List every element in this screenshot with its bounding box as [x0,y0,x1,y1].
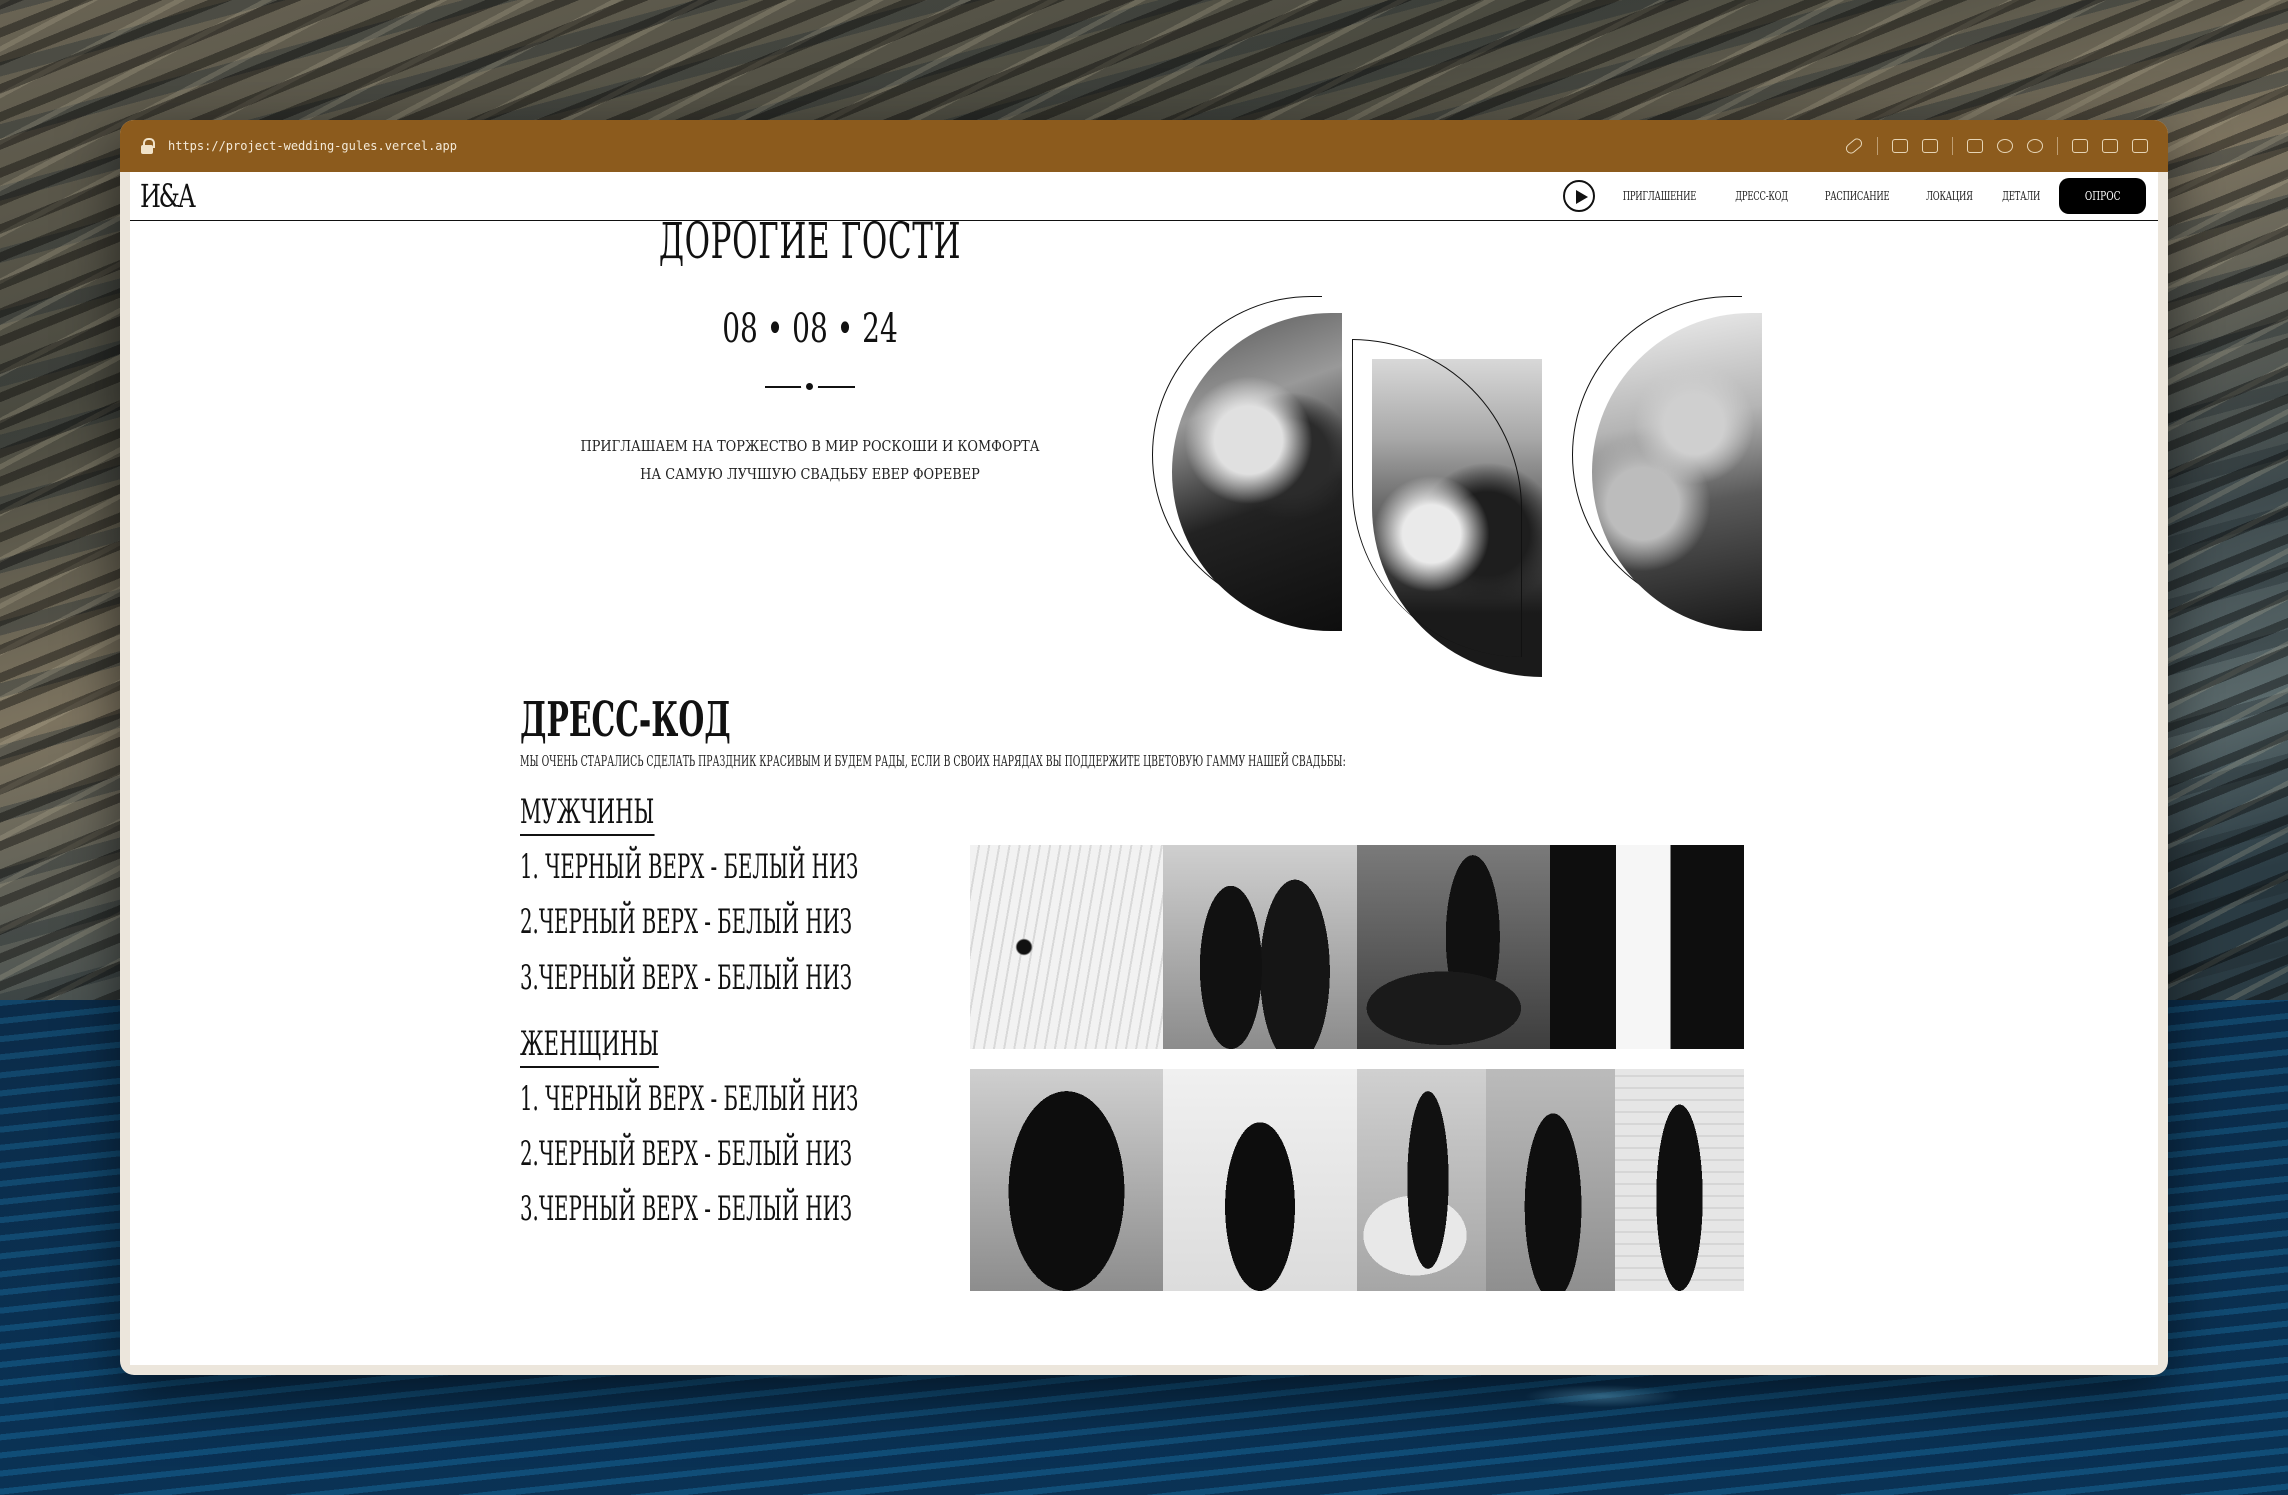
window-icon[interactable] [2102,139,2118,153]
outfit-photo [1357,845,1550,1049]
browser-toolbar [1843,136,2148,156]
women-rule-item: 1. ЧЕРНЫЙ ВЕРХ - БЕЛЫЙ НИЗ [520,1079,859,1119]
code-icon[interactable] [2072,139,2088,153]
wedding-date: 08 • 08 • 24 [722,306,898,352]
hero-section: ДОРОГИЕ ГОСТИ 08 • 08 • 24 ПРИГЛАШАЕМ НА… [520,212,1100,488]
nav-link-dresscode[interactable]: ДРЕСС-КОД [1735,189,1788,203]
dresscode-title: ДРЕСС-КОД [520,692,731,748]
men-rule-item: 3.ЧЕРНЫЙ ВЕРХ - БЕЛЫЙ НИЗ [520,958,853,998]
hero-subtitle: ПРИГЛАШАЕМ НА ТОРЖЕСТВО В МИР РОСКОШИ И … [580,437,1040,483]
nav-link-details[interactable]: ДЕТАЛИ [2002,189,2040,203]
split-view-icon[interactable] [2132,139,2148,153]
dresscode-description: МЫ ОЧЕНЬ СТАРАЛИСЬ СДЕЛАТЬ ПРАЗДНИК КРАС… [520,752,1346,770]
nav-link-schedule[interactable]: РАСПИСАНИЕ [1825,189,1890,203]
outfit-photo [1357,1069,1486,1291]
site-navbar: И&А ПРИГЛАШЕНИЕ ДРЕСС-КОД РАСПИСАНИЕ ЛОК… [130,172,2158,221]
men-rule-item: 1. ЧЕРНЫЙ ВЕРХ - БЕЛЫЙ НИЗ [520,847,859,887]
url-text[interactable]: https://project-wedding-gules.vercel.app [168,139,457,153]
men-rule-item: 2.ЧЕРНЫЙ ВЕРХ - БЕЛЫЙ НИЗ [520,902,853,942]
web-page: И&А ПРИГЛАШЕНИЕ ДРЕСС-КОД РАСПИСАНИЕ ЛОК… [130,172,2158,1365]
link-icon[interactable] [1843,136,1865,156]
lock-icon [140,138,156,154]
browser-window: https://project-wedding-gules.vercel.app… [120,120,2168,1375]
crosshair-icon[interactable] [2027,139,2043,153]
nav-link-invitation[interactable]: ПРИГЛАШЕНИЕ [1623,189,1697,203]
globe-icon[interactable] [1997,139,2013,153]
women-rule-item: 3.ЧЕРНЫЙ ВЕРХ - БЕЛЫЙ НИЗ [520,1189,853,1229]
screenshot-icon[interactable] [1892,139,1908,153]
men-outfits-gallery [970,845,1744,1049]
ornament-divider [765,382,855,392]
outfit-photo [1163,1069,1357,1291]
outfit-photo [970,845,1163,1049]
url-bar[interactable]: https://project-wedding-gules.vercel.app [120,120,2168,172]
toolbar-separator [1952,137,1953,155]
toolbar-separator [1877,137,1878,155]
survey-button-label: ОПРОС [2084,189,2121,203]
outfit-photo [1486,1069,1615,1291]
women-rule-item: 2.ЧЕРНЫЙ ВЕРХ - БЕЛЫЙ НИЗ [520,1134,853,1174]
women-title: ЖЕНЩИНЫ [520,1024,660,1068]
toolbar-separator [2057,137,2058,155]
play-music-icon[interactable] [1563,180,1596,212]
survey-button[interactable]: ОПРОС [2058,178,2146,214]
outfit-photo [970,1069,1163,1291]
outfit-photo [1550,845,1744,1049]
nav-link-location[interactable]: ЛОКАЦИЯ [1926,189,1973,203]
site-logo[interactable]: И&А [140,177,196,215]
men-title: МУЖЧИНЫ [520,792,655,836]
camera-icon[interactable] [1922,139,1938,153]
outfit-photo [1615,1069,1744,1291]
nav-links: ПРИГЛАШЕНИЕ ДРЕСС-КОД РАСПИСАНИЕ ЛОКАЦИЯ… [1563,178,2146,214]
hero-title: ДОРОГИЕ ГОСТИ [658,212,962,270]
women-outfits-gallery [970,1069,1744,1291]
terminal-icon[interactable] [1967,139,1983,153]
outfit-photo [1163,845,1357,1049]
